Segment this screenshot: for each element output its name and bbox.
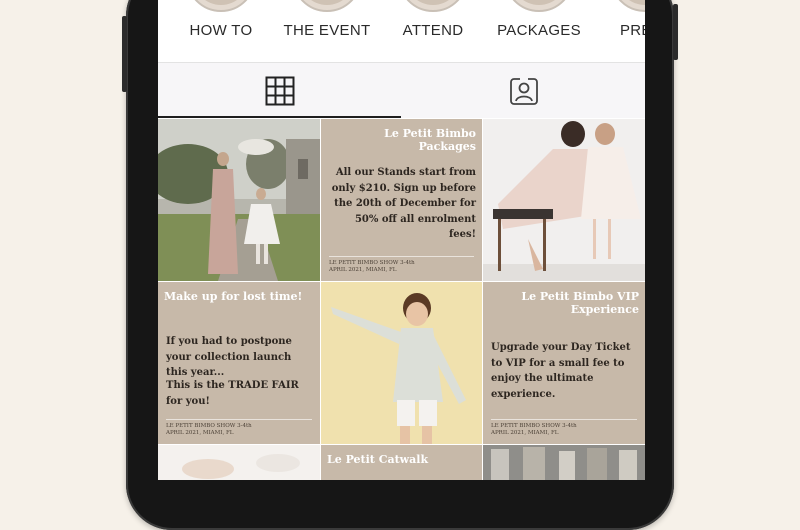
phone-side-button-left [122, 16, 127, 92]
footer-line: APRIL 2021, MIAMI, FL [491, 430, 559, 437]
story-highlights: HOW TO THE EVENT ATTEND PACKAGES PRE [158, 0, 645, 44]
highlight-label: PACKAGES [497, 22, 581, 39]
profile-tabs [158, 62, 645, 118]
highlight-cover [398, 0, 468, 12]
post-body: All our Stands start from only $210. Sig… [331, 167, 476, 240]
grid-icon [265, 76, 294, 105]
garden-photo-image [158, 119, 320, 281]
post-photo-venue[interactable] [483, 445, 645, 480]
post-packages[interactable]: Le Petit Bimbo Packages All our Stands s… [321, 119, 482, 281]
footer-line: LE PETIT BIMBO SHOW 3-4th [329, 259, 415, 266]
posts-grid: Le Petit Bimbo Packages All our Stands s… [158, 119, 645, 480]
post-photo-garden[interactable] [158, 119, 320, 281]
post-make-up-lost-time[interactable]: Make up for lost time! If you had to pos… [158, 282, 320, 444]
post-photo-hands[interactable] [158, 445, 320, 480]
venue-photo-image [483, 445, 645, 480]
post-photo-mother-daughter[interactable] [483, 119, 645, 281]
instagram-profile-screen: HOW TO THE EVENT ATTEND PACKAGES PRE [158, 0, 645, 480]
post-footer: LE PETIT BIMBO SHOW 3-4th APRIL 2021, MI… [166, 418, 312, 438]
highlight-cover [504, 0, 574, 12]
tagged-person-icon [509, 77, 538, 105]
tab-tagged[interactable] [402, 63, 645, 118]
boy-photo-image [321, 282, 482, 444]
post-body: This is the TRADE FAIR for you! [166, 380, 299, 407]
phone-side-button-right [673, 4, 678, 60]
highlight-cover [186, 0, 256, 12]
footer-line: APRIL 2021, MIAMI, FL [329, 267, 397, 274]
highlight-label: PRE [620, 22, 645, 39]
post-title: Le Petit Bimbo VIP Experience [521, 290, 639, 316]
footer-line: LE PETIT BIMBO SHOW 3-4th [166, 422, 252, 429]
footer-line: LE PETIT BIMBO SHOW 3-4th [491, 422, 577, 429]
post-footer: LE PETIT BIMBO SHOW 3-4th APRIL 2021, MI… [329, 255, 474, 275]
post-title: Make up for lost time! [164, 290, 303, 303]
highlight-cover [610, 0, 645, 12]
post-body: Upgrade your Day Ticket to VIP for a sma… [491, 342, 631, 400]
post-footer: LE PETIT BIMBO SHOW 3-4th APRIL 2021, MI… [491, 418, 637, 438]
mother-daughter-photo-image [483, 119, 645, 281]
footer-line: APRIL 2021, MIAMI, FL [166, 430, 234, 437]
hands-photo-image [158, 445, 320, 480]
post-petit-catwalk[interactable]: Le Petit Catwalk [321, 445, 482, 480]
post-photo-boy[interactable] [321, 282, 482, 444]
post-title: Le Petit Catwalk [327, 453, 429, 466]
post-vip-experience[interactable]: Le Petit Bimbo VIP Experience Upgrade yo… [483, 282, 645, 444]
highlight-label: HOW TO [189, 22, 253, 39]
highlight-label: THE EVENT [283, 22, 371, 39]
post-title: Le Petit Bimbo Packages [384, 127, 476, 153]
highlight-cover [292, 0, 362, 12]
post-body: If you had to postpone your collection l… [166, 336, 292, 378]
tab-grid[interactable] [158, 63, 401, 118]
highlight-label: ATTEND [402, 22, 464, 39]
